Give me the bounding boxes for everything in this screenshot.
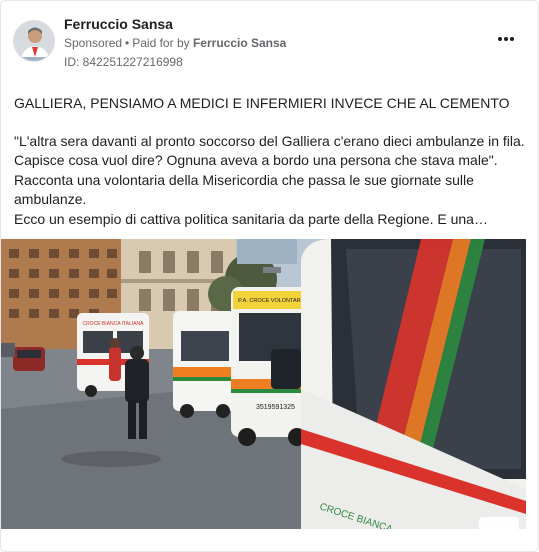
separator-dot: • — [125, 36, 130, 50]
post-header: Ferruccio Sansa Sponsored • Paid for by Fe… — [13, 15, 526, 71]
paid-for-name: Ferruccio Sansa — [192, 36, 287, 50]
post-headline: GALLIERA, PENSIAMO A MEDICI E INFERMIERI… — [14, 95, 510, 111]
post-paragraph-line: Racconta una volontaria della Misericord… — [14, 171, 474, 188]
author-avatar[interactable] — [13, 20, 55, 62]
post-paragraph-line: "L'altra sera davanti al pronto soccorso… — [14, 132, 525, 149]
post-paragraph-line: ambulanze. — [14, 191, 87, 207]
ambulance-label-center: P.A. CROCE VOLONTARIE — [238, 298, 306, 304]
post-body: GALLIERA, PENSIAMO A MEDICI E INFERMIERI… — [14, 94, 528, 229]
ad-id: ID: 842251227216998 — [64, 55, 183, 69]
ad-post-card: Ferruccio Sansa Sponsored • Paid for by Fe… — [0, 0, 539, 552]
ambulance-label-left: CROCE BIANCA ITALIANA — [82, 321, 144, 327]
ellipsis-icon — [497, 37, 502, 41]
post-paragraph-line[interactable]: Ecco un esempio di cattiva politica sani… — [14, 210, 528, 230]
ambulance-phone: 3519591325 — [256, 404, 295, 411]
author-name[interactable]: Ferruccio Sansa — [64, 16, 173, 32]
paid-for-prefix: Paid for by — [132, 36, 190, 50]
more-options-button[interactable] — [494, 29, 518, 49]
post-image[interactable]: CROCE BIANCA ITALIANA P.A. CROCE VOLONTA… — [1, 239, 526, 529]
sponsored-line: Sponsored • Paid for by Ferruccio Sansa — [64, 36, 286, 50]
sponsored-label: Sponsored — [64, 36, 123, 50]
post-paragraph-line: Capisce cosa vuol dire? Ognuna aveva a b… — [14, 152, 498, 168]
ambulances-photo: CROCE BIANCA ITALIANA P.A. CROCE VOLONTA… — [1, 239, 526, 529]
